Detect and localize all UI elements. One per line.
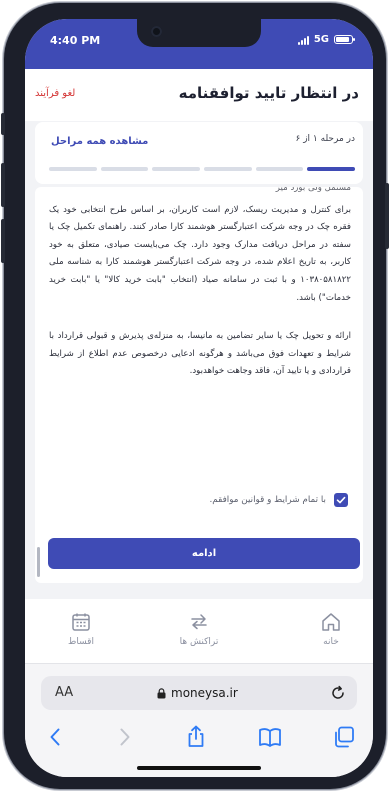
nav-transactions-label: تراکنش ها	[179, 637, 219, 647]
camera-icon	[151, 26, 162, 37]
reload-icon[interactable]	[329, 684, 347, 702]
volume-down-button	[1, 219, 5, 263]
steps-progress	[48, 167, 355, 171]
notch	[137, 19, 261, 47]
scrollbar[interactable]	[37, 547, 40, 577]
network-label: 5G	[313, 34, 329, 45]
agree-checkbox[interactable]	[334, 493, 348, 507]
forward-icon[interactable]	[111, 724, 137, 750]
step-segment	[203, 167, 252, 171]
lock-icon	[157, 687, 166, 698]
status-time: 4:40 PM	[50, 34, 101, 47]
nav-item-installments[interactable]: اقساط	[41, 611, 121, 647]
continue-button[interactable]: ادامه	[48, 538, 360, 569]
status-bar: 4:40 PM 5G	[25, 19, 373, 69]
transfer-arrows-icon	[191, 614, 207, 630]
bookmarks-icon[interactable]	[257, 724, 283, 750]
agreement-row[interactable]: با تمام شرایط و قوانین موافقم.	[209, 493, 348, 507]
step-segment	[255, 167, 304, 171]
browser-toolbar	[25, 724, 373, 754]
terms-paragraph-1: برای کنترل و مدیریت ریسک، لازم است کاربر…	[49, 204, 351, 303]
check-icon	[336, 496, 346, 504]
cancel-process-link[interactable]: لغو فرآیند	[35, 88, 75, 99]
nav-item-transactions[interactable]: تراکنش ها	[159, 611, 239, 647]
home-icon	[322, 613, 340, 631]
nav-item-home[interactable]: خانه	[291, 611, 371, 647]
steps-card: در مرحله ۱ از ۶ مشاهده همه مراحل	[35, 122, 363, 184]
home-indicator	[137, 766, 261, 770]
agree-label: با تمام شرایط و قوانین موافقم.	[209, 495, 327, 505]
step-segment	[100, 167, 149, 171]
terms-cut-line: مشتمل ولی بورد میر	[275, 187, 351, 193]
nav-home-label: خانه	[323, 637, 339, 647]
terms-text: مشتمل ولی بورد میر برای کنترل و مدیریت ر…	[49, 187, 351, 381]
url-display[interactable]: moneysa.ir	[157, 686, 238, 700]
signal-icon	[297, 35, 309, 45]
battery-icon	[334, 35, 355, 44]
page-header: در انتظار تایید توافقنامه لغو فرآیند	[25, 69, 373, 121]
status-icons: 5G	[297, 34, 355, 45]
step-counter: در مرحله ۱ از ۶	[295, 134, 356, 144]
page-title: در انتظار تایید توافقنامه	[178, 84, 359, 102]
volume-up-button	[1, 163, 5, 207]
screen: 4:40 PM 5G در انتظار تایید توافقنامه لغو…	[25, 19, 373, 777]
bottom-nav: خانه تراکنش ها اقساط	[25, 599, 373, 663]
step-segment	[307, 167, 355, 171]
step-segment	[152, 167, 200, 171]
power-button	[385, 183, 389, 249]
reader-settings-button[interactable]: AA	[55, 685, 73, 700]
terms-paragraph-2: ارائه و تحویل چک یا سایر تضامین به مانیس…	[49, 331, 351, 377]
phone-frame: 4:40 PM 5G در انتظار تایید توافقنامه لغو…	[1, 3, 389, 789]
address-bar[interactable]: AA moneysa.ir	[41, 676, 357, 710]
mute-switch	[1, 113, 5, 135]
tabs-icon[interactable]	[331, 724, 357, 750]
calendar-icon	[72, 613, 90, 631]
url-text: moneysa.ir	[171, 686, 238, 700]
share-icon[interactable]	[183, 724, 209, 750]
nav-installments-label: اقساط	[68, 637, 94, 647]
terms-card: مشتمل ولی بورد میر برای کنترل و مدیریت ر…	[35, 187, 363, 583]
browser-chrome: AA moneysa.ir	[25, 663, 373, 777]
view-all-steps-link[interactable]: مشاهده همه مراحل	[51, 136, 148, 147]
back-icon[interactable]	[43, 724, 69, 750]
step-segment	[48, 167, 97, 171]
